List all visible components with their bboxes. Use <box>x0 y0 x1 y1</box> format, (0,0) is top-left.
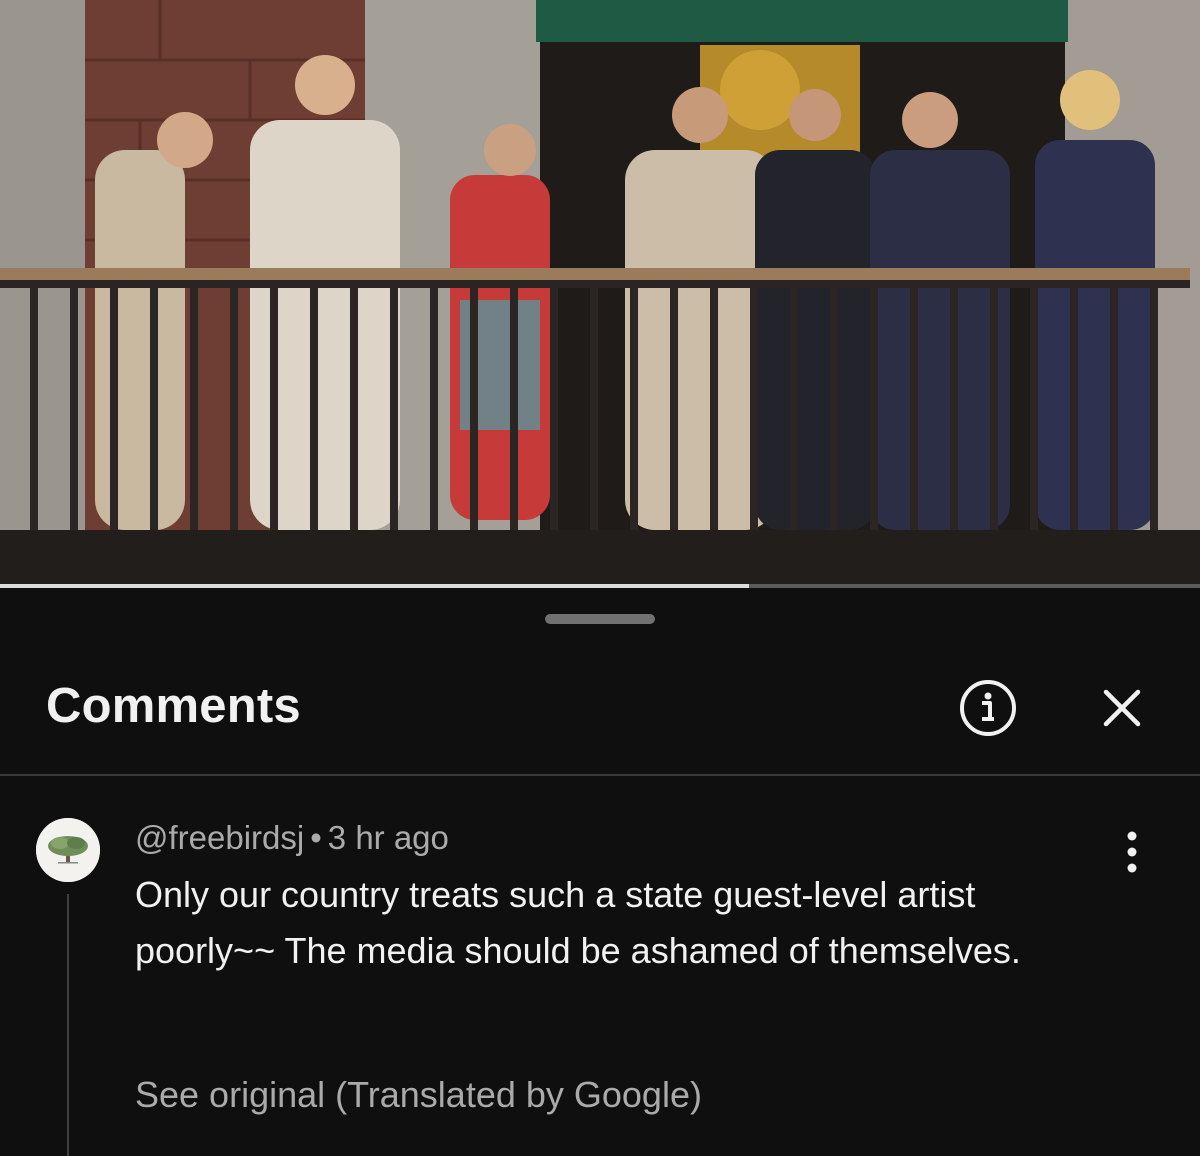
close-button[interactable] <box>1098 684 1146 732</box>
info-circle-icon <box>960 680 1016 736</box>
sheet-drag-handle[interactable] <box>545 614 655 624</box>
video-progress-fill <box>0 584 749 588</box>
comments-sheet: Comments @freebirdsj • 3 hr ago Only our… <box>0 592 1200 1156</box>
thread-line <box>67 894 69 1156</box>
video-progress-bar[interactable] <box>0 584 1200 588</box>
comment-meta: @freebirdsj • 3 hr ago <box>135 819 449 857</box>
tree-avatar-icon <box>36 818 100 882</box>
close-icon <box>1103 689 1141 727</box>
video-player[interactable] <box>0 0 1200 588</box>
comment-text: Only our country treats such a state gue… <box>135 874 1021 971</box>
avatar[interactable] <box>36 818 100 882</box>
header-divider <box>0 774 1200 776</box>
comment-author[interactable]: @freebirdsj <box>135 819 304 856</box>
comment-time: 3 hr ago <box>327 819 449 856</box>
info-button[interactable] <box>958 678 1018 738</box>
comments-title: Comments <box>46 679 301 733</box>
see-original-link[interactable]: See original (Translated by Google) <box>135 1074 702 1116</box>
meta-separator: • <box>310 819 322 856</box>
video-frame <box>0 0 1200 588</box>
